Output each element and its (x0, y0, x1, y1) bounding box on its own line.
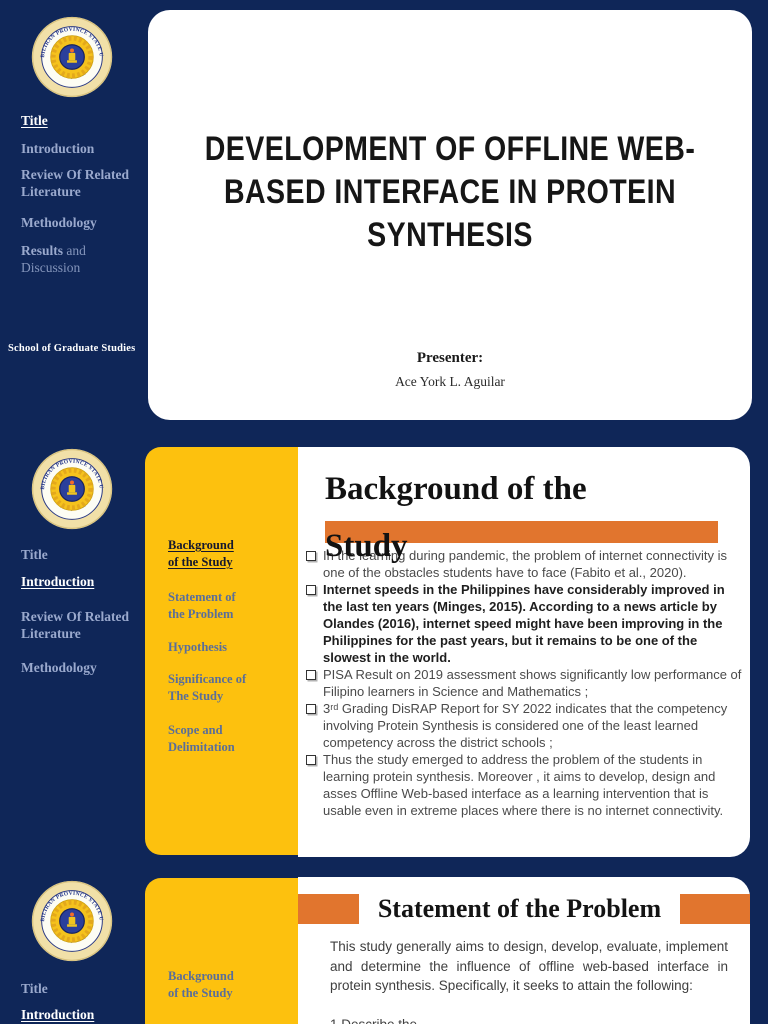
bullet-item: 3ʳᵈ Grading DisRAP Report for SY 2022 in… (306, 700, 742, 751)
subnav-scope-line1: Scope and (168, 723, 223, 737)
subnav-item-scope[interactable]: Scope and Delimitation (168, 722, 276, 756)
subnav-item-significance[interactable]: Significance of The Study (168, 671, 276, 705)
presenter-label: Presenter: (416, 350, 484, 366)
pdf-slide-viewer: Title Introduction Review Of Related Lit… (0, 0, 768, 1024)
slide-2-background: Title Introduction Review Of Related Lit… (0, 432, 768, 864)
slide-3-content-card: Statement of the Problem This study gene… (298, 877, 750, 1024)
bullet-item: Internet speeds in the Philippines have … (306, 581, 742, 666)
slide-3-sidebar: Title Introduction (0, 864, 145, 1024)
section-title-line1: Background of the (325, 471, 587, 507)
title-accent-bar-left (298, 894, 359, 924)
sidebar-item-review-line1: Review Of (21, 167, 82, 182)
subnav-item-hypothesis[interactable]: Hypothesis (168, 639, 276, 656)
bullet-text: PISA Result on 2019 assessment shows sig… (323, 667, 742, 699)
sidebar-item-results[interactable]: Results and Discussion (21, 242, 135, 276)
sidebar-item-review[interactable]: Review Of Related Literature (21, 166, 135, 200)
subnav-background-line2: of the Study (168, 555, 233, 569)
checkbox-bullet-icon (306, 755, 316, 765)
background-bullet-list: In the learning during pandemic, the pro… (306, 547, 742, 819)
sidebar-item-title[interactable]: Title (21, 112, 135, 129)
title-accent-bar-right (680, 894, 750, 924)
subnav-significance-line1: Significance of (168, 672, 247, 686)
subnav-scope-line2: Delimitation (168, 740, 235, 754)
presentation-title-line3: SYNTHESIS (367, 216, 533, 254)
sidebar-item-title[interactable]: Title (21, 546, 135, 563)
sidebar-item-methodology[interactable]: Methodology (21, 659, 135, 676)
subnav-item-statement[interactable]: Statement of the Problem (168, 589, 276, 623)
subnav-background-line1: Background (168, 538, 234, 552)
sidebar-item-results-word: Results (21, 243, 64, 258)
bullet-text: Thus the study emerged to address the pr… (323, 752, 724, 818)
checkbox-bullet-icon (306, 670, 316, 680)
subnav-hypothesis-line1: Hypothesis (168, 640, 228, 654)
sidebar-item-introduction[interactable]: Introduction (21, 140, 135, 157)
university-seal-logo (31, 16, 113, 98)
section-title: Statement of the Problem (359, 894, 680, 924)
slide-3-subnav-column: Background of the Study Statement of the… (145, 878, 300, 1024)
slide-1-content-card: DEVELOPMENT OF OFFLINE WEB- BASED INTERF… (148, 10, 752, 420)
university-seal-logo (31, 448, 113, 530)
school-of-graduate-studies-label: School of Graduate Studies (8, 343, 136, 354)
sidebar-item-review[interactable]: Review Of Related Literature (21, 608, 135, 642)
sidebar-item-introduction[interactable]: Introduction (21, 1006, 135, 1023)
statement-paragraph: This study generally aims to design, dev… (330, 939, 728, 993)
checkbox-bullet-icon (306, 585, 316, 595)
slide-2-content-card: Background of the Study In the learning … (298, 447, 750, 857)
subnav-statement-line1: Statement of (168, 590, 236, 604)
subnav-background-line2: of the Study (168, 986, 233, 1000)
presentation-title-line2: BASED INTERFACE IN PROTEIN (223, 173, 677, 211)
sidebar-item-title[interactable]: Title (21, 980, 135, 997)
subnav-statement-line2: the Problem (168, 607, 234, 621)
sidebar-item-review-line1: Review Of (21, 609, 82, 624)
section-title-row: Statement of the Problem (298, 894, 750, 924)
sidebar-item-results-line2: Discussion (21, 260, 81, 275)
checkbox-bullet-icon (306, 704, 316, 714)
subnav-item-background[interactable]: Background of the Study (168, 537, 276, 571)
presenter-name: Ace York L. Aguilar (395, 374, 505, 389)
bullet-item: PISA Result on 2019 assessment shows sig… (306, 666, 742, 700)
presentation-title-line1: DEVELOPMENT OF OFFLINE WEB- (204, 130, 696, 168)
sidebar-item-methodology[interactable]: Methodology (21, 214, 135, 231)
bullet-text: Internet speeds in the Philippines have … (323, 582, 725, 665)
section-title-line2: Study (325, 528, 408, 564)
slide-2-subnav-column: Background of the Study Statement of the… (145, 447, 300, 855)
subnav-item-background[interactable]: Background of the Study (168, 968, 276, 1002)
slide-1-sidebar: Title Introduction Review Of Related Lit… (0, 0, 145, 432)
subnav-background-line1: Background (168, 969, 234, 983)
checkbox-bullet-icon (306, 551, 316, 561)
slide-1-title-slide: Title Introduction Review Of Related Lit… (0, 0, 768, 432)
objective-list-fragment: 1.Describe the (330, 1017, 728, 1024)
university-seal-logo (31, 880, 113, 962)
bullet-item: Thus the study emerged to address the pr… (306, 751, 742, 819)
bullet-text: 3ʳᵈ Grading DisRAP Report for SY 2022 in… (323, 701, 728, 750)
sidebar-item-introduction[interactable]: Introduction (21, 573, 135, 590)
slide-2-sidebar: Title Introduction Review Of Related Lit… (0, 432, 145, 864)
sidebar-item-results-and: and (63, 243, 86, 258)
slide-3-statement: Title Introduction Background of the Stu… (0, 864, 768, 1024)
subnav-significance-line2: The Study (168, 689, 224, 703)
presentation-title: DEVELOPMENT OF OFFLINE WEB- BASED INTERF… (196, 128, 703, 257)
